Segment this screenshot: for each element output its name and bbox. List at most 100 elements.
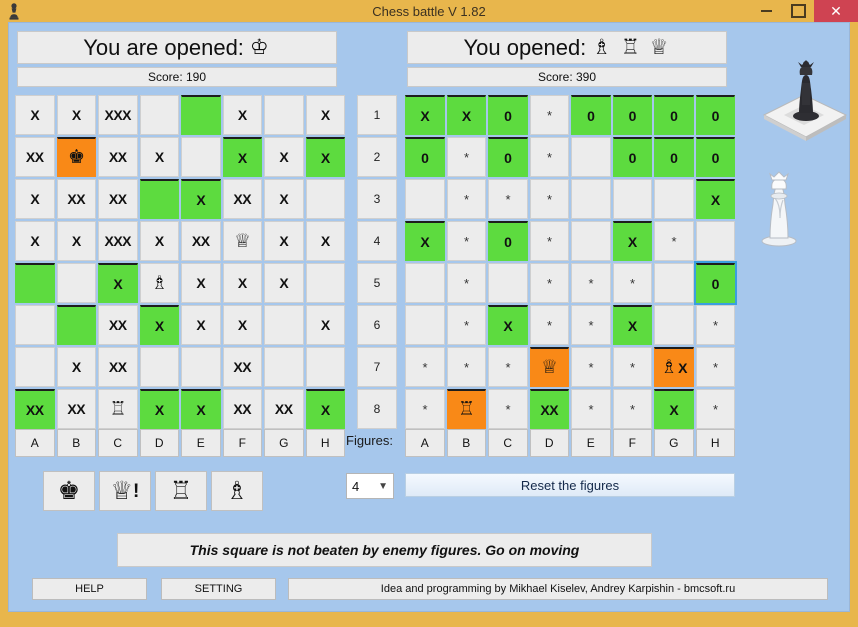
left-cell-4-3[interactable]: XXX xyxy=(98,221,138,261)
left-cell-3-5[interactable]: X xyxy=(181,179,221,219)
left-cell-8-1[interactable]: XX xyxy=(15,389,55,429)
right-cell-4-3[interactable]: 0 xyxy=(488,221,528,261)
right-cell-1-2[interactable]: X xyxy=(446,95,486,135)
right-cell-7-2[interactable]: * xyxy=(446,347,486,387)
left-column-button-D[interactable]: D xyxy=(139,429,179,457)
right-letter-strip[interactable]: ABCDEFGH xyxy=(405,429,735,457)
right-cell-3-6[interactable] xyxy=(612,179,652,219)
right-column-button-H[interactable]: H xyxy=(695,429,735,457)
left-cell-5-8[interactable] xyxy=(305,263,345,303)
right-cell-7-3[interactable]: * xyxy=(488,347,528,387)
right-cell-7-6[interactable]: * xyxy=(612,347,652,387)
right-cell-2-3[interactable]: 0 xyxy=(488,137,528,177)
left-cell-4-2[interactable]: X xyxy=(56,221,96,261)
minimize-button[interactable] xyxy=(752,0,780,22)
right-cell-8-8[interactable]: * xyxy=(695,389,735,429)
left-cell-5-1[interactable] xyxy=(15,263,55,303)
right-cell-2-5[interactable] xyxy=(571,137,611,177)
left-cell-7-7[interactable] xyxy=(264,347,304,387)
right-cell-2-4[interactable]: * xyxy=(529,137,569,177)
right-cell-2-2[interactable]: * xyxy=(446,137,486,177)
right-cell-4-2[interactable]: * xyxy=(446,221,486,261)
left-cell-1-7[interactable] xyxy=(264,95,304,135)
right-cell-6-2[interactable]: * xyxy=(446,305,486,345)
right-cell-8-7[interactable]: X xyxy=(654,389,694,429)
right-cell-5-1[interactable] xyxy=(405,263,445,303)
right-cell-2-8[interactable]: 0 xyxy=(695,137,735,177)
right-cell-7-1[interactable]: * xyxy=(405,347,445,387)
bishop-button[interactable]: ♗ xyxy=(211,471,263,511)
right-column-button-E[interactable]: E xyxy=(571,429,611,457)
right-cell-2-1[interactable]: 0 xyxy=(405,137,445,177)
left-cell-7-2[interactable]: X xyxy=(56,347,96,387)
left-cell-1-6[interactable]: X xyxy=(222,95,262,135)
right-cell-1-6[interactable]: 0 xyxy=(612,95,652,135)
left-cell-2-1[interactable]: XX xyxy=(15,137,55,177)
setting-button[interactable]: SETTING xyxy=(161,578,276,600)
left-cell-6-6[interactable]: X xyxy=(222,305,262,345)
right-cell-4-1[interactable]: X xyxy=(405,221,445,261)
left-cell-8-2[interactable]: XX xyxy=(56,389,96,429)
right-cell-8-2[interactable]: ♖ xyxy=(446,389,486,429)
left-cell-7-8[interactable] xyxy=(305,347,345,387)
left-cell-5-7[interactable]: X xyxy=(264,263,304,303)
left-cell-5-2[interactable] xyxy=(56,263,96,303)
left-cell-3-7[interactable]: X xyxy=(264,179,304,219)
left-cell-8-6[interactable]: XX xyxy=(222,389,262,429)
right-cell-3-7[interactable] xyxy=(654,179,694,219)
left-column-button-H[interactable]: H xyxy=(305,429,345,457)
reset-figures-button[interactable]: Reset the figures xyxy=(405,473,735,497)
left-cell-4-4[interactable]: X xyxy=(139,221,179,261)
right-cell-6-5[interactable]: * xyxy=(571,305,611,345)
left-cell-7-4[interactable] xyxy=(139,347,179,387)
figures-select[interactable]: 4 ▼ xyxy=(346,473,394,499)
right-column-button-G[interactable]: G xyxy=(654,429,694,457)
left-cell-1-3[interactable]: XXX xyxy=(98,95,138,135)
left-cell-3-6[interactable]: XX xyxy=(222,179,262,219)
left-cell-5-3[interactable]: X xyxy=(98,263,138,303)
left-cell-6-4[interactable]: X xyxy=(139,305,179,345)
left-cell-3-3[interactable]: XX xyxy=(98,179,138,219)
left-column-button-A[interactable]: A xyxy=(15,429,55,457)
left-cell-8-3[interactable]: ♖ xyxy=(98,389,138,429)
right-cell-8-1[interactable]: * xyxy=(405,389,445,429)
right-cell-5-6[interactable]: * xyxy=(612,263,652,303)
right-cell-4-4[interactable]: * xyxy=(529,221,569,261)
row-number-5[interactable]: 5 xyxy=(357,263,397,303)
right-column-button-D[interactable]: D xyxy=(529,429,569,457)
right-cell-7-7[interactable]: ♗ X xyxy=(654,347,694,387)
left-cell-8-4[interactable]: X xyxy=(139,389,179,429)
right-cell-5-3[interactable] xyxy=(488,263,528,303)
left-cell-6-7[interactable] xyxy=(264,305,304,345)
left-cell-1-8[interactable]: X xyxy=(305,95,345,135)
left-cell-5-4[interactable]: ♗ xyxy=(139,263,179,303)
right-cell-7-4[interactable]: ♕ xyxy=(529,347,569,387)
left-cell-3-4[interactable] xyxy=(139,179,179,219)
right-cell-8-5[interactable]: * xyxy=(571,389,611,429)
row-number-4[interactable]: 4 xyxy=(357,221,397,261)
left-column-button-G[interactable]: G xyxy=(264,429,304,457)
right-column-button-B[interactable]: B xyxy=(446,429,486,457)
left-cell-1-1[interactable]: X xyxy=(15,95,55,135)
left-cell-4-7[interactable]: X xyxy=(264,221,304,261)
left-cell-1-2[interactable]: X xyxy=(56,95,96,135)
right-cell-3-3[interactable]: * xyxy=(488,179,528,219)
right-cell-3-2[interactable]: * xyxy=(446,179,486,219)
right-cell-7-8[interactable]: * xyxy=(695,347,735,387)
left-cell-2-3[interactable]: XX xyxy=(98,137,138,177)
right-cell-5-8[interactable]: 0 xyxy=(693,261,737,305)
right-column-button-A[interactable]: A xyxy=(405,429,445,457)
left-cell-3-1[interactable]: X xyxy=(15,179,55,219)
row-number-2[interactable]: 2 xyxy=(357,137,397,177)
row-number-3[interactable]: 3 xyxy=(357,179,397,219)
left-cell-4-6[interactable]: ♕ xyxy=(222,221,262,261)
right-cell-6-1[interactable] xyxy=(405,305,445,345)
left-cell-2-8[interactable]: X xyxy=(305,137,345,177)
right-cell-5-5[interactable]: * xyxy=(571,263,611,303)
left-cell-4-1[interactable]: X xyxy=(15,221,55,261)
right-cell-1-3[interactable]: 0 xyxy=(488,95,528,135)
left-letter-strip[interactable]: ABCDEFGH xyxy=(15,429,345,457)
row-number-8[interactable]: 8 xyxy=(357,389,397,429)
right-cell-7-5[interactable]: * xyxy=(571,347,611,387)
left-board[interactable]: X X XXX X X XX ♚ XX X X X X X XX XX X XX X X X XXX X XX ♕ X X X ♗ X X… xyxy=(15,95,345,429)
